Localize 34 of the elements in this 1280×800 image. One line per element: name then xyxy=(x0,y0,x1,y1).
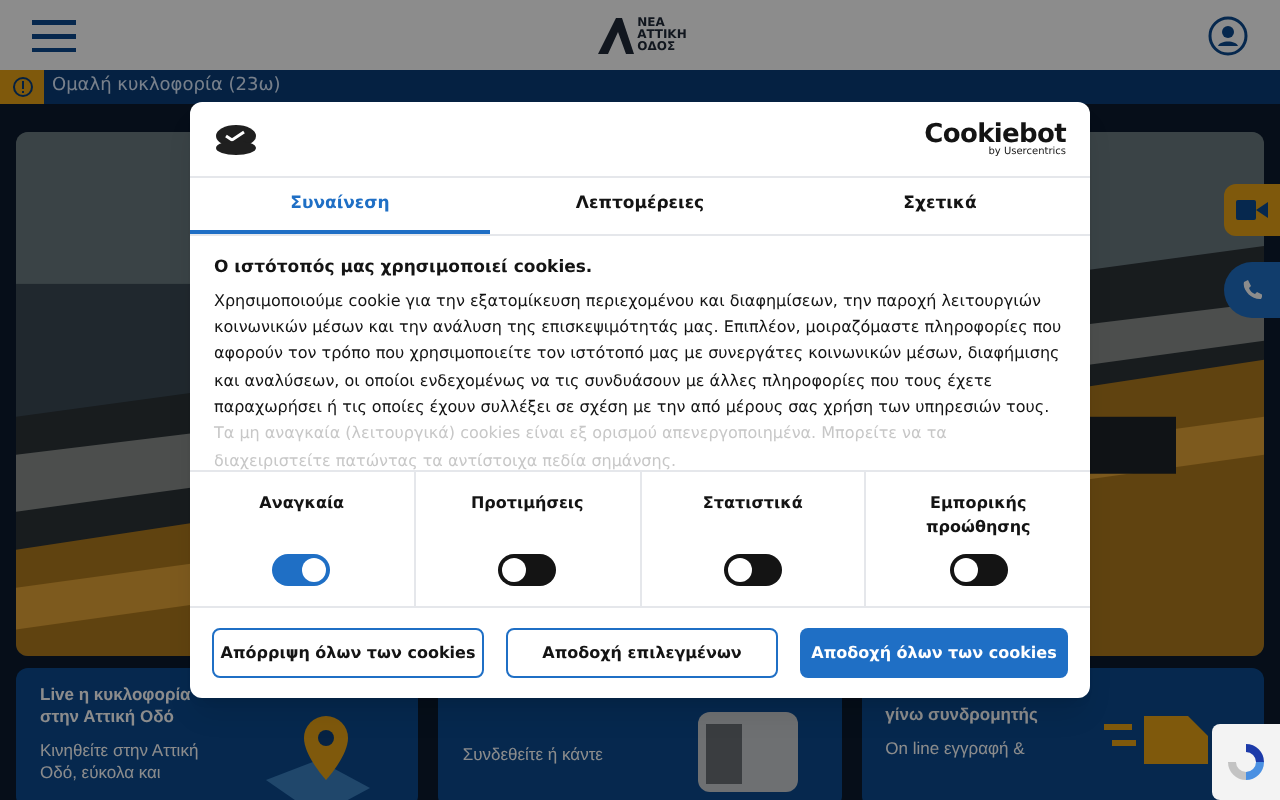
phone-icon xyxy=(1242,280,1262,300)
category-label: Αναγκαία xyxy=(257,492,347,516)
dialog-note: Τα μη αναγκαία (λειτουργικά) cookies είναι εξ ορισμού απενεργοποιημένα. Μπορείτε να τα διαχειριστείτε πατώντας τα αντίστοιχα πεδία σημάνσης. xyxy=(214,422,949,470)
card-text: Κινηθείτε στην Αττική Οδό, εύκολα και xyxy=(40,740,200,784)
category-label: Στατιστικά xyxy=(700,492,805,516)
recaptcha-icon xyxy=(1224,740,1268,784)
category-toggle[interactable] xyxy=(723,554,782,586)
dialog-heading: Ο ιστότοπός μας χρησιμοποιεί cookies. xyxy=(214,256,595,282)
consent-button[interactable]: Αποδοχή όλων των cookies xyxy=(800,628,1068,678)
dialog-tab[interactable]: Λεπτομέρειες xyxy=(490,178,790,234)
dialog-body: Χρησιμοποιούμε cookie για την εξατομίκευση περιεχομένου και διαφημίσεων, την παροχή λειτουργιών κοινωνικών μέσων και την ανάλυση της επισκεψιμότητάς μας. Επιπλέον, μοιραζόμαστε πληροφορίες που αφορούν τον τρόπο που χρησιμοποιείτε τον ιστότοπό μας με συνεργάτες κοινωνικών μέσων, διαφήμισης και αναλύσεων, οι οποίοι ενδεχομένως να τις συνδυάσουν με άλλες πληροφορίες που τους έχετε παραχωρήσει ή τις οποίες έχουν συλλέξει σε σχέση με την από μέρους σας χρήση των υπηρεσιών τους. xyxy=(214,289,1064,420)
cookie-logo-icon xyxy=(214,123,258,155)
consent-button[interactable]: Απόρριψη όλων των cookies xyxy=(212,628,484,678)
card-text: Συνδεθείτε ή κάντε xyxy=(462,744,605,766)
card-title: Live η κυκλοφορία στην Αττική Οδό xyxy=(40,684,193,728)
user-icon[interactable] xyxy=(1207,15,1248,55)
info-icon xyxy=(11,76,33,98)
card-title: γίνω συνδρομητής xyxy=(885,704,1040,726)
category-label: Εμπορικής προώθησης xyxy=(923,492,1033,540)
logo-icon xyxy=(597,17,634,53)
category-toggle[interactable] xyxy=(272,554,331,586)
dialog-tab[interactable]: Συναίνεση xyxy=(190,178,490,234)
video-camera-icon xyxy=(1236,200,1268,220)
menu-icon[interactable] xyxy=(32,19,76,51)
phone-button[interactable] xyxy=(1224,262,1280,318)
category-toggle[interactable] xyxy=(498,554,557,586)
card-text: On line εγγραφή & xyxy=(885,738,1027,760)
consent-button[interactable]: Αποδοχή επιλεγμένων xyxy=(506,628,778,678)
dialog-tab[interactable]: Σχετικά xyxy=(790,178,1090,234)
category-label: Προτιμήσεις xyxy=(468,492,586,516)
traffic-status: Ομαλή κυκλοφορία (23ω) xyxy=(52,73,281,100)
card-icon xyxy=(693,708,802,796)
brand-name: Cookiebot xyxy=(924,121,1066,147)
category-toggle[interactable] xyxy=(949,554,1008,586)
